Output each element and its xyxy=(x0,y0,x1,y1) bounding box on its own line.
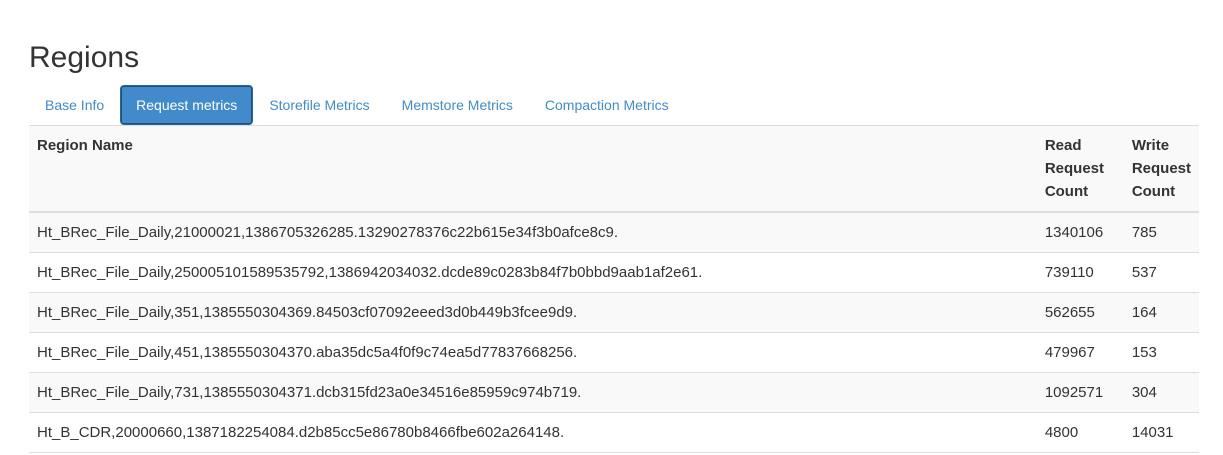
header-read-line1: Read xyxy=(1044,137,1082,154)
cell-read-request-count: 1092571 xyxy=(1036,372,1124,413)
table-row: Ht_BRec_File_Daily,731,1385550304371.dcb… xyxy=(29,372,1199,413)
cell-read-request-count: 479967 xyxy=(1036,332,1124,373)
table-row: Ht_BRec_File_Daily,21000021,138670532628… xyxy=(29,212,1199,253)
cell-region-name: Ht_BRec_File_Daily,21000021,138670532628… xyxy=(29,212,1037,253)
regions-table-wrap: Region Name Read Request Count Write Req… xyxy=(29,125,1199,453)
cell-region-name: Ht_BRec_File_Daily,351,1385550304369.845… xyxy=(29,292,1037,333)
cell-region-name: Ht_BRec_File_Daily,731,1385550304371.dcb… xyxy=(29,372,1037,413)
table-header: Region Name Read Request Count Write Req… xyxy=(29,126,1199,213)
header-read-request-count: Read Request Count xyxy=(1036,126,1124,213)
header-write-line3: Count xyxy=(1131,183,1176,200)
tab-compaction-metrics[interactable]: Compaction Metrics xyxy=(529,85,685,125)
table-body: Ht_BRec_File_Daily,21000021,138670532628… xyxy=(29,212,1199,453)
regions-table: Region Name Read Request Count Write Req… xyxy=(29,126,1199,453)
cell-write-request-count: 164 xyxy=(1123,292,1199,333)
cell-read-request-count: 4800 xyxy=(1036,412,1124,453)
header-write-request-count: Write Request Count xyxy=(1123,126,1199,213)
cell-read-request-count: 562655 xyxy=(1036,292,1124,333)
regions-page: Regions Base Info Request metrics Storef… xyxy=(0,0,1223,455)
cell-write-request-count: 537 xyxy=(1123,252,1199,293)
metrics-tab-bar: Base Info Request metrics Storefile Metr… xyxy=(29,85,1199,125)
table-row: Ht_BRec_File_Daily,451,1385550304370.aba… xyxy=(29,332,1199,373)
header-write-line2: Request xyxy=(1131,160,1191,177)
header-region-name-label: Region Name xyxy=(37,137,133,154)
table-row: Ht_B_CDR,20000660,1387182254084.d2b85cc5… xyxy=(29,412,1199,453)
tab-storefile-metrics[interactable]: Storefile Metrics xyxy=(253,85,385,125)
cell-region-name: Ht_BRec_File_Daily,250005101589535792,13… xyxy=(29,252,1037,293)
tab-memstore-metrics[interactable]: Memstore Metrics xyxy=(386,85,529,125)
cell-write-request-count: 785 xyxy=(1123,212,1199,253)
header-read-line3: Count xyxy=(1044,183,1089,200)
cell-region-name: Ht_B_CDR,20000660,1387182254084.d2b85cc5… xyxy=(29,412,1037,453)
header-read-line2: Request xyxy=(1044,160,1104,177)
header-region-name: Region Name xyxy=(29,126,1037,213)
table-row: Ht_BRec_File_Daily,351,1385550304369.845… xyxy=(29,292,1199,333)
cell-region-name: Ht_BRec_File_Daily,451,1385550304370.aba… xyxy=(29,332,1037,373)
cell-write-request-count: 304 xyxy=(1123,372,1199,413)
cell-write-request-count: 153 xyxy=(1123,332,1199,373)
cell-write-request-count: 14031 xyxy=(1123,412,1199,453)
table-header-row: Region Name Read Request Count Write Req… xyxy=(29,126,1199,213)
tab-request-metrics[interactable]: Request metrics xyxy=(120,85,254,125)
cell-read-request-count: 739110 xyxy=(1036,252,1124,293)
cell-read-request-count: 1340106 xyxy=(1036,212,1124,253)
table-row: Ht_BRec_File_Daily,250005101589535792,13… xyxy=(29,252,1199,293)
header-write-line1: Write xyxy=(1131,137,1170,154)
tab-base-info[interactable]: Base Info xyxy=(29,85,120,125)
page-title: Regions xyxy=(29,41,140,74)
